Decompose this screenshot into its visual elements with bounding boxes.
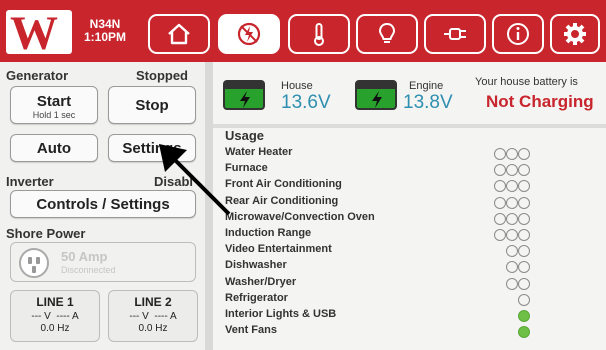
house-battery-voltage: 13.6V <box>281 92 331 113</box>
nav-climate-button[interactable] <box>288 14 350 54</box>
usage-level-off <box>506 261 518 274</box>
thermometer-icon <box>314 23 324 46</box>
usage-level-off <box>506 277 518 290</box>
usage-level-off <box>494 196 506 209</box>
plug-icon <box>444 28 466 40</box>
start-hint: Hold 1 sec <box>32 110 76 120</box>
usage-item: Refrigerator <box>225 291 288 304</box>
section-divider <box>213 124 606 128</box>
usage-level-off <box>506 148 518 160</box>
usage-level-on <box>518 326 530 339</box>
shore-amp-rating: 50 Amp <box>61 249 108 264</box>
brand-logo: W <box>6 7 72 60</box>
charging-status-title: Your house battery is <box>475 76 578 88</box>
auto-button[interactable]: Auto <box>10 134 98 162</box>
line-1-amps: ---- A <box>56 311 79 322</box>
usage-item: Microwave/Convection Oven <box>225 210 375 223</box>
stop-label: Stop <box>135 97 169 114</box>
lightbulb-icon <box>378 22 396 43</box>
usage-level-off <box>494 212 506 225</box>
clock: N34N 1:10PM <box>74 18 136 44</box>
line-2-card: LINE 2 --- V ---- A 0.0 Hz <box>108 290 198 342</box>
stop-button[interactable]: Stop <box>108 86 196 124</box>
line-2-volts: --- V <box>129 311 149 322</box>
generator-status: Stopped <box>136 68 188 83</box>
info-icon <box>507 23 529 45</box>
line-2-frequency: 0.0 Hz <box>138 323 168 334</box>
engine-battery-voltage: 13.8V <box>403 92 453 113</box>
generator-label: Generator <box>6 68 69 83</box>
generator-icon <box>237 22 261 46</box>
usage-level-off <box>518 261 530 274</box>
usage-item: Washer/Dryer <box>225 275 297 288</box>
auto-label: Auto <box>36 140 72 157</box>
usage-level-off <box>518 212 530 225</box>
engine-battery-icon <box>355 80 397 110</box>
start-label: Start <box>36 93 72 110</box>
usage-level-off <box>494 180 506 193</box>
nav-lighting-button[interactable] <box>356 14 418 54</box>
nav-generator-button[interactable] <box>218 14 280 54</box>
usage-item: Induction Range <box>225 227 312 239</box>
line-2-readings: --- V ---- A <box>109 311 197 322</box>
usage-item: Video Entertainment <box>225 243 332 256</box>
usage-level-off <box>518 229 530 241</box>
usage-level-off <box>518 277 530 290</box>
nav-settings-button[interactable] <box>550 14 600 54</box>
usage-level-off <box>506 164 518 177</box>
usage-level-off <box>506 180 518 193</box>
shore-power-label: Shore Power <box>6 226 86 241</box>
usage-item: Interior Lights & USB <box>225 308 337 320</box>
line-1-card: LINE 1 --- V ---- A 0.0 Hz <box>10 290 100 342</box>
usage-level-off <box>518 196 530 209</box>
usage-level-on <box>518 310 530 322</box>
line-1-readings: --- V ---- A <box>11 311 99 322</box>
usage-level-off <box>506 196 518 209</box>
home-icon <box>168 23 190 45</box>
usage-level-off <box>506 212 518 225</box>
header-bar: W N34N 1:10PM <box>0 0 606 62</box>
engine-battery-label: Engine <box>409 80 444 92</box>
shore-plug-icon <box>19 248 49 278</box>
usage-level-off <box>518 148 530 160</box>
annotation-arrow <box>159 144 231 216</box>
shore-connection-status: Disconnected <box>61 265 116 275</box>
inverter-label: Inverter <box>6 174 54 189</box>
usage-level-off <box>494 229 506 241</box>
nav-home-button[interactable] <box>148 14 210 54</box>
usage-level-off <box>518 164 530 177</box>
line-1-frequency: 0.0 Hz <box>40 323 70 334</box>
usage-item: Vent Fans <box>225 324 277 337</box>
usage-level-off <box>506 245 518 258</box>
usage-level-off <box>494 164 506 177</box>
logo-letter: W <box>10 7 58 60</box>
line-2-amps: ---- A <box>154 311 177 322</box>
house-battery-label: House <box>281 80 313 92</box>
start-button[interactable]: Start Hold 1 sec <box>10 86 98 124</box>
usage-item: Dishwasher <box>225 259 287 272</box>
nav-info-button[interactable] <box>492 14 544 54</box>
line-2-title: LINE 2 <box>134 295 172 309</box>
usage-item: Front Air Conditioning <box>225 178 342 191</box>
usage-level-off <box>494 148 506 160</box>
time-display: 1:10PM <box>83 30 127 44</box>
line-1-title: LINE 1 <box>36 295 74 309</box>
house-battery-icon <box>223 80 265 110</box>
nav-power-button[interactable] <box>424 14 486 54</box>
usage-level-off <box>518 245 530 258</box>
usage-item: Water Heater <box>225 146 293 158</box>
right-panel: House 13.6V Engine 13.8V Your house batt… <box>213 62 606 350</box>
usage-item: Rear Air Conditioning <box>225 194 339 207</box>
line-1-volts: --- V <box>31 311 51 322</box>
charging-status-value: Not Charging <box>486 92 594 111</box>
shore-power-card: 50 Amp Disconnected <box>10 242 196 282</box>
touchscreen: W N34N 1:10PM Generator Stopped Start Ho… <box>0 0 606 350</box>
usage-level-off <box>518 293 530 306</box>
usage-level-off <box>518 180 530 193</box>
gear-icon <box>564 23 586 45</box>
usage-level-off <box>506 229 518 241</box>
